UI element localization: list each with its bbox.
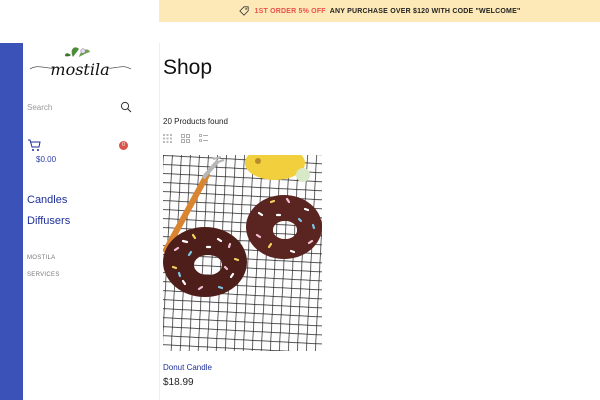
logo-mark: mostila: [29, 47, 132, 79]
search-icon[interactable]: [120, 101, 132, 113]
view-switcher: [163, 130, 217, 143]
accent-sidebar-strip: [0, 43, 23, 400]
logo-text: mostila: [50, 60, 109, 79]
main-content: Shop 20 Products found Donut Candle $18.…: [163, 43, 600, 400]
logo[interactable]: mostila: [27, 43, 133, 91]
page-title: Shop: [163, 56, 213, 79]
promo-banner: 1ST ORDER 5% OFF ANY PURCHASE OVER $120 …: [159, 0, 600, 22]
search-box: [27, 100, 132, 116]
promo-highlight: 1ST ORDER 5% OFF: [254, 7, 326, 15]
grid-4-icon[interactable]: [163, 130, 172, 143]
primary-nav: Candles Diffusers: [27, 193, 70, 235]
product-name[interactable]: Donut Candle: [163, 363, 212, 372]
product-card[interactable]: Donut Candle $18.99: [163, 155, 322, 388]
mini-cart[interactable]: $0.00 0: [27, 138, 131, 166]
cart-amount: $0.00: [36, 155, 57, 164]
nav-item-candles[interactable]: Candles: [27, 193, 70, 214]
products-count: 20 Products found: [163, 117, 228, 126]
nav-item-diffusers[interactable]: Diffusers: [27, 214, 70, 235]
product-image[interactable]: [163, 155, 322, 351]
tag-icon: [238, 6, 249, 16]
sidebar: mostila $0.00 0 Candles Diffusers MOSTIL…: [23, 43, 160, 400]
nav-item-mostila[interactable]: MOSTILA: [27, 255, 60, 272]
grid-2-icon[interactable]: [181, 130, 190, 143]
promo-text: ANY PURCHASE OVER $120 WITH CODE "WELCOM…: [329, 7, 521, 15]
cart-icon[interactable]: [27, 138, 41, 152]
list-icon[interactable]: [199, 130, 208, 142]
topbar-left-blank: [0, 0, 159, 43]
product-price: $18.99: [163, 377, 194, 388]
cart-count-badge: 0: [119, 141, 128, 150]
search-input[interactable]: [27, 100, 115, 114]
secondary-nav: MOSTILA SERVICES: [27, 255, 60, 289]
nav-item-services[interactable]: SERVICES: [27, 272, 60, 289]
